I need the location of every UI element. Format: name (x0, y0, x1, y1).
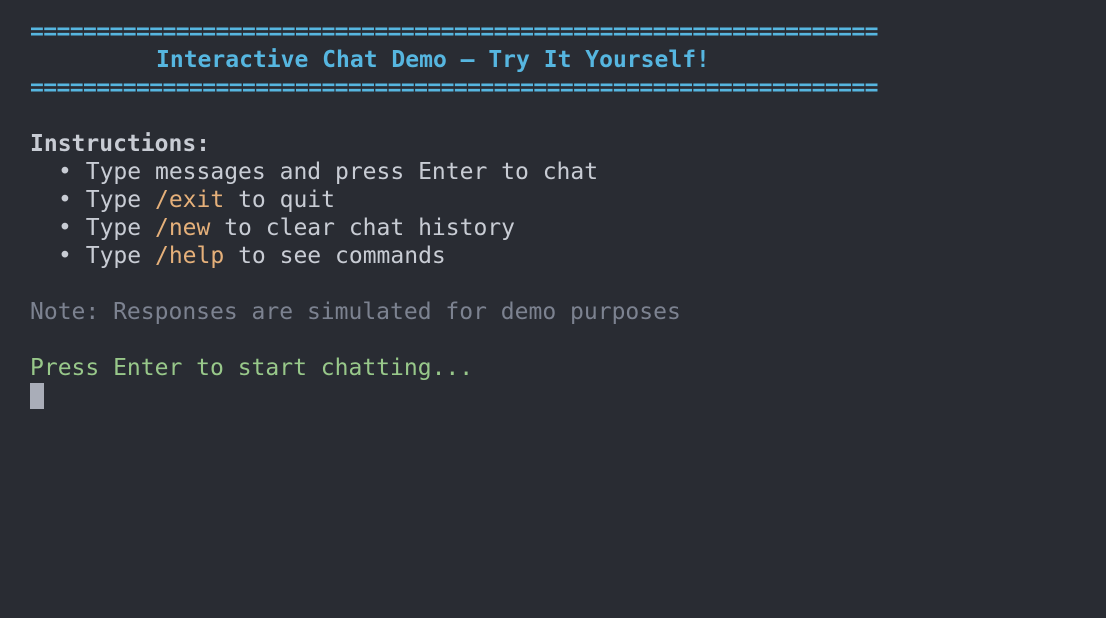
text-cursor[interactable] (30, 383, 44, 409)
bullet-icon: • (58, 215, 72, 241)
new-command: /new (154, 215, 211, 241)
instruction-item-exit: • Type /exit to quit (30, 186, 1106, 214)
instruction-item-chat: • Type messages and press Enter to chat (30, 158, 1106, 186)
instruction-text: to quit (224, 187, 335, 213)
start-prompt: Press Enter to start chatting... (30, 355, 474, 381)
terminal-window[interactable]: ========================================… (0, 0, 1106, 618)
instruction-text: messages and press Enter to chat (154, 159, 599, 185)
banner-title: Interactive Chat Demo – Try It Yourself! (156, 47, 710, 73)
instruction-item-new: • Type /new to clear chat history (30, 214, 1106, 242)
bullet-icon: • (58, 243, 72, 269)
instruction-text: to see commands (224, 243, 446, 269)
instruction-prefix: Type (85, 187, 155, 213)
instructions-heading: Instructions: (30, 131, 211, 157)
bullet-icon: • (58, 159, 72, 185)
instruction-prefix: Type (85, 243, 155, 269)
demo-note: Note: Responses are simulated for demo p… (30, 299, 681, 325)
instruction-prefix: Type (85, 215, 155, 241)
help-command: /help (154, 243, 225, 269)
instruction-item-help: • Type /help to see commands (30, 242, 1106, 270)
instruction-text: to clear chat history (210, 215, 515, 241)
input-line[interactable] (30, 382, 1106, 410)
banner-bottom-rule: ========================================… (30, 75, 878, 101)
exit-command: /exit (154, 187, 225, 213)
instruction-prefix: Type (85, 159, 155, 185)
bullet-icon: • (58, 187, 72, 213)
banner-top-rule: ========================================… (30, 19, 878, 45)
